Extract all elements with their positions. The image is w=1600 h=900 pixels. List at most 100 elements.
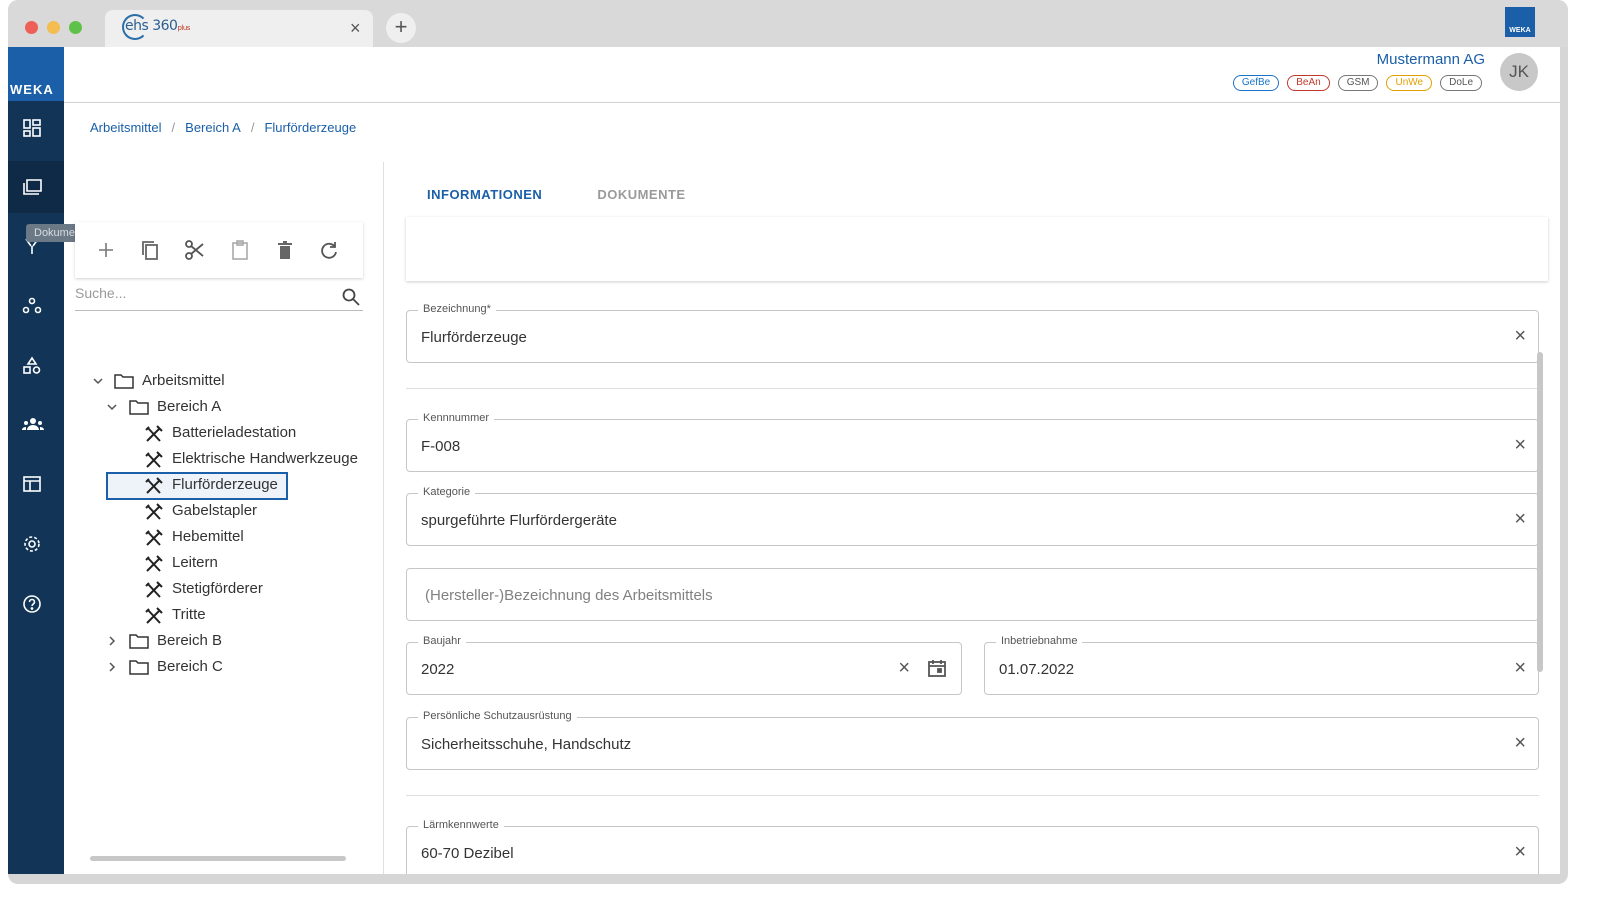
refresh-icon[interactable] xyxy=(316,237,342,263)
tools-icon xyxy=(145,425,163,442)
delete-icon[interactable] xyxy=(272,237,298,263)
tree-node-label: Flurförderzeuge xyxy=(172,476,278,493)
clear-icon[interactable]: × xyxy=(898,658,910,678)
hersteller-field[interactable]: (Hersteller-)Bezeichnung des Arbeitsmitt… xyxy=(406,568,1539,621)
tree-panel: Arbeitsmittel Bereich A Batterieladestat… xyxy=(64,162,384,874)
field-value: F-008 xyxy=(421,438,461,455)
tree-node-label: Gabelstapler xyxy=(172,502,258,519)
clear-icon[interactable]: × xyxy=(1514,326,1526,346)
window-maximize-dot[interactable] xyxy=(69,21,82,34)
laermkennwerte-field[interactable]: Lärmkennwerte 60-70 Dezibel × xyxy=(406,819,1539,874)
horizontal-scrollbar[interactable] xyxy=(90,856,346,861)
tools-icon xyxy=(145,451,163,468)
copy-icon[interactable] xyxy=(137,237,163,263)
folder-icon xyxy=(129,400,149,415)
company-name[interactable]: Mustermann AG xyxy=(1377,51,1485,68)
sidebar-item-documents[interactable] xyxy=(8,161,64,213)
tab-informationen[interactable]: INFORMATIONEN xyxy=(427,187,542,202)
gear-icon xyxy=(24,536,40,552)
tab-close-icon[interactable]: × xyxy=(350,18,361,39)
clear-icon[interactable]: × xyxy=(1514,658,1526,678)
top-bar: Mustermann AG GefBe BeAn GSM UnWe DoLe J… xyxy=(64,47,1560,103)
browser-tab[interactable]: ehs 360plus × xyxy=(105,10,373,47)
sidebar-item-people[interactable] xyxy=(8,399,64,451)
module-badge[interactable]: BeAn xyxy=(1287,75,1330,91)
breadcrumb-item[interactable]: Flurförderzeuge xyxy=(264,120,356,135)
window-minimize-dot[interactable] xyxy=(47,21,60,34)
breadcrumb-separator: / xyxy=(250,120,255,135)
tree-node-label: Bereich B xyxy=(157,632,223,649)
tree-node-label: Batterieladestation xyxy=(172,424,297,441)
paste-icon[interactable] xyxy=(227,237,253,263)
vertical-scrollbar[interactable] xyxy=(1537,352,1543,672)
kennnummer-field[interactable]: Kennnummer F-008 × xyxy=(406,412,1539,472)
sidebar-item-settings[interactable] xyxy=(8,519,64,571)
clear-icon[interactable]: × xyxy=(1514,435,1526,455)
inbetriebnahme-field[interactable]: Inbetriebnahme 01.07.2022 × xyxy=(984,635,1539,695)
shapes-icon xyxy=(23,356,41,374)
tree-node-label: Bereich A xyxy=(157,398,222,415)
sidebar-item-help[interactable] xyxy=(8,579,64,631)
tools-icon xyxy=(145,581,163,598)
weka-extension-icon[interactable]: WEKA xyxy=(1505,7,1535,37)
sidebar-item-shapes[interactable] xyxy=(8,341,64,393)
baujahr-field[interactable]: Baujahr 2022 × xyxy=(406,635,962,695)
module-badge[interactable]: GSM xyxy=(1337,75,1379,91)
field-value: 01.07.2022 xyxy=(999,661,1075,678)
clear-icon[interactable]: × xyxy=(1514,842,1526,862)
tab-dokumente[interactable]: DOKUMENTE xyxy=(597,187,685,202)
avatar[interactable]: JK xyxy=(1500,53,1538,91)
calendar-icon[interactable] xyxy=(927,658,947,678)
breadcrumb-item[interactable]: Bereich A xyxy=(185,120,241,135)
tree-node-label: Leitern xyxy=(172,554,218,571)
tree-node-label: Elektrische Handwerkzeuge xyxy=(172,450,358,467)
tree-search xyxy=(75,285,363,311)
tree-node-label: Hebemittel xyxy=(172,528,244,545)
chevron-down-icon[interactable] xyxy=(106,401,118,413)
psa-field[interactable]: Persönliche Schutzausrüstung Sicherheits… xyxy=(406,710,1539,770)
table-icon xyxy=(23,476,41,492)
module-badge[interactable]: GefBe xyxy=(1232,75,1280,91)
window-close-dot[interactable] xyxy=(25,21,38,34)
breadcrumb-item[interactable]: Arbeitsmittel xyxy=(90,120,162,135)
weka-logo[interactable]: WEKA xyxy=(8,47,64,101)
clear-icon[interactable]: × xyxy=(1514,509,1526,529)
browser-chrome: ehs 360plus × + WEKA xyxy=(8,0,1568,47)
info-card xyxy=(406,217,1548,281)
add-icon[interactable] xyxy=(93,237,119,263)
kategorie-field[interactable]: Kategorie spurgeführte Flurfördergeräte … xyxy=(406,486,1539,546)
bezeichnung-field[interactable]: Bezeichnung* Flurförderzeuge × xyxy=(406,303,1539,363)
clear-icon[interactable]: × xyxy=(1514,733,1526,753)
chevron-down-icon[interactable] xyxy=(92,375,104,387)
details-panel: INFORMATIONEN DOKUMENTE Bezeichnung* Flu… xyxy=(385,162,1560,874)
module-badge[interactable]: DoLe xyxy=(1440,75,1482,91)
module-badge[interactable]: UnWe xyxy=(1386,75,1433,91)
sidebar-item-dashboard[interactable] xyxy=(8,103,64,155)
field-value: 2022 xyxy=(421,661,455,678)
chevron-right-icon[interactable] xyxy=(106,661,118,673)
app: WEKA Dokumente Mustermann AG GefBe BeAn … xyxy=(8,47,1560,874)
folder-icon xyxy=(23,179,42,195)
folder-icon xyxy=(114,374,134,389)
tree-node-label: Arbeitsmittel xyxy=(142,372,225,389)
chevron-right-icon[interactable] xyxy=(106,635,118,647)
help-icon xyxy=(23,595,41,613)
new-tab-button[interactable]: + xyxy=(386,13,416,43)
tab-title: ehs 360plus xyxy=(125,18,190,34)
tree-toolbar xyxy=(75,222,363,278)
section-divider xyxy=(406,388,1539,389)
sidebar: WEKA Dokumente xyxy=(8,47,99,874)
field-label: Kategorie xyxy=(418,486,476,498)
field-label: Bezeichnung* xyxy=(418,303,496,315)
people-icon xyxy=(22,418,44,430)
field-label: Inbetriebnahme xyxy=(996,635,1083,647)
search-input[interactable] xyxy=(75,285,325,301)
sidebar-item-table[interactable] xyxy=(8,459,64,511)
search-icon[interactable] xyxy=(341,287,361,307)
field-value: 60-70 Dezibel xyxy=(421,845,514,862)
hierarchy-icon xyxy=(22,297,42,314)
section-divider xyxy=(406,795,1539,796)
cut-icon[interactable] xyxy=(182,237,208,263)
field-label: Lärmkennwerte xyxy=(418,819,504,831)
sidebar-item-hierarchy[interactable] xyxy=(8,281,64,333)
